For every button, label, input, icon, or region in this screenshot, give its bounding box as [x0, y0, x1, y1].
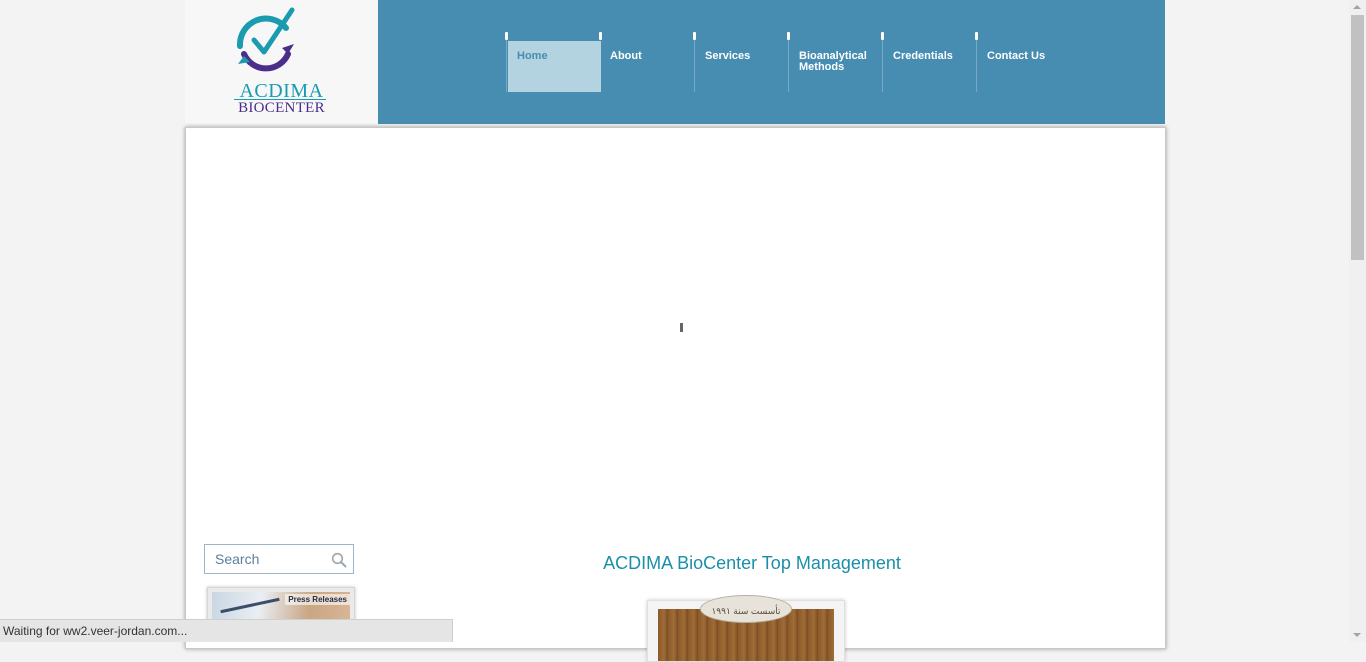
- nav-label: About: [610, 50, 642, 62]
- nav-pin: [787, 32, 790, 40]
- checkmark-cycle-icon: [236, 7, 295, 72]
- logo-text-biocenter: BIOCENTER: [238, 100, 325, 116]
- search-input[interactable]: [205, 545, 335, 573]
- nav-pin: [881, 32, 884, 40]
- seal-emblem: تأسست سنة ١٩٩١: [700, 595, 792, 623]
- nav-item-credentials[interactable]: Credentials: [881, 32, 977, 92]
- nav-item-contact-us[interactable]: Contact Us: [975, 32, 1071, 92]
- nav-item-bioanalytical-methods[interactable]: Bioanalytical Methods: [787, 32, 883, 92]
- browser-status-bar: Waiting for ww2.veer-jordan.com...: [0, 619, 453, 642]
- search-icon[interactable]: [331, 552, 347, 573]
- vertical-scrollbar[interactable]: [1349, 0, 1366, 642]
- management-photo[interactable]: تأسست سنة ١٩٩١: [647, 595, 845, 662]
- nav-item-services[interactable]: Services: [693, 32, 789, 92]
- nav-active-highlight: [508, 41, 601, 92]
- nav-label: Credentials: [893, 50, 953, 62]
- nav-pin: [975, 32, 978, 40]
- page: ACDIMA BIOCENTER Home About Services Bio…: [185, 0, 1166, 662]
- nav-pin: [505, 32, 508, 40]
- pen-shape: [220, 597, 280, 614]
- nav-item-about[interactable]: About: [600, 32, 694, 92]
- press-releases-label: Press Releases: [285, 594, 350, 605]
- nav-label: Bioanalytical Methods: [799, 50, 867, 73]
- content-panel: Press Releases ACDIMA BioCenter Top Mana…: [185, 127, 1166, 662]
- nav-item-home[interactable]: Home: [505, 32, 602, 92]
- section-title: ACDIMA BioCenter Top Management: [603, 553, 901, 573]
- scroll-up-icon[interactable]: [1353, 5, 1361, 9]
- loading-indicator: [680, 323, 683, 332]
- nav-label: Home: [517, 50, 548, 62]
- header-bar: Home About Services Bioanalytical Method…: [378, 0, 1165, 124]
- logo[interactable]: ACDIMA BIOCENTER: [185, 0, 378, 124]
- nav-label: Services: [705, 50, 751, 62]
- scroll-down-icon[interactable]: [1353, 633, 1361, 637]
- scrollbar-thumb[interactable]: [1351, 15, 1364, 260]
- nav-pin: [693, 32, 696, 40]
- search-box: [204, 544, 354, 574]
- nav-label: Contact Us: [987, 50, 1046, 62]
